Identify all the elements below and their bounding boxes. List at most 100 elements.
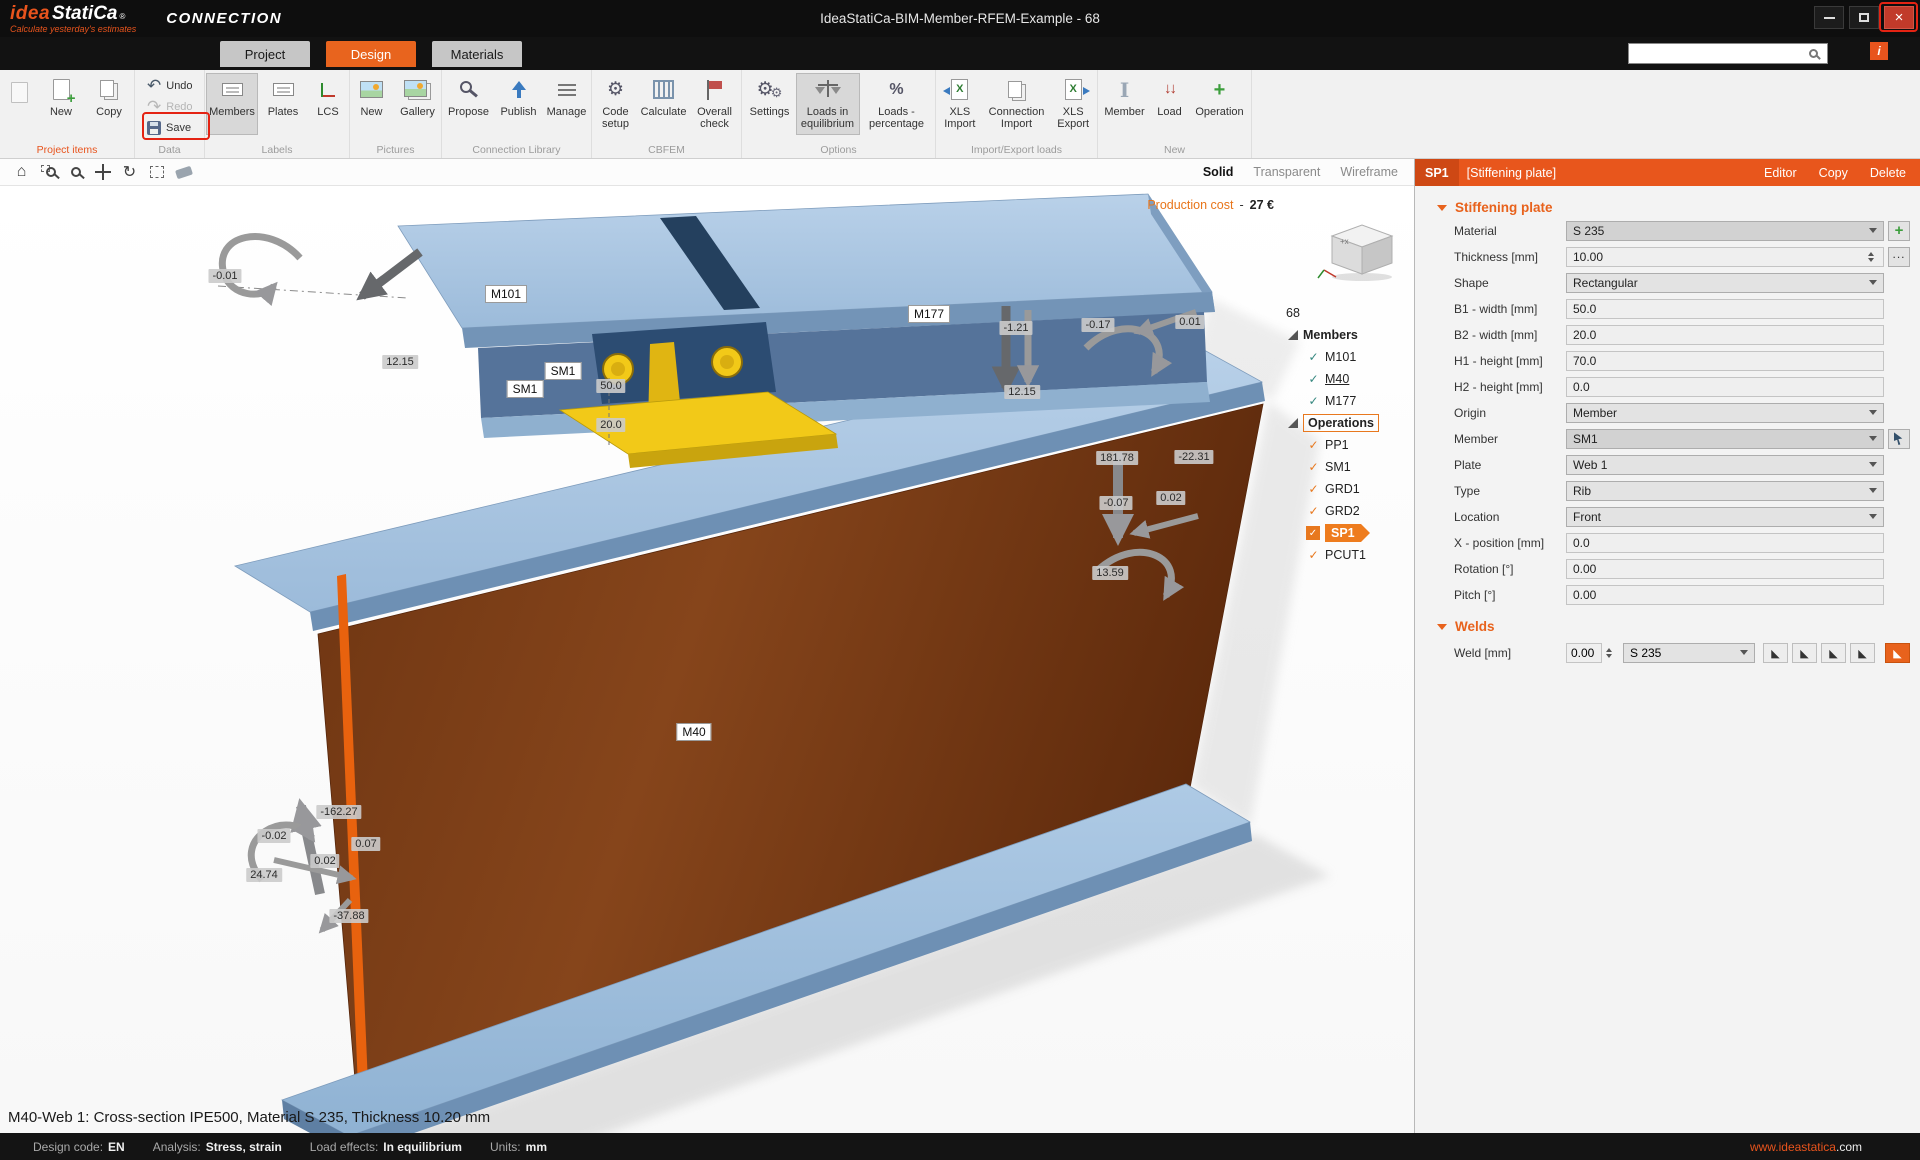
tree-item-grd2[interactable]: ✓GRD2 — [1280, 500, 1414, 522]
tab-design[interactable]: Design — [326, 41, 416, 67]
view-cube[interactable]: +x — [1316, 220, 1400, 287]
plate-dropdown[interactable]: Web 1 — [1566, 455, 1884, 475]
zoom-button[interactable] — [62, 160, 89, 184]
new-item-button[interactable]: New — [38, 73, 84, 135]
weld-type-button-selected[interactable]: ◣ — [1885, 643, 1910, 663]
close-button[interactable]: × — [1884, 6, 1914, 29]
view-mode-solid[interactable]: Solid — [1203, 165, 1234, 179]
member-label-m101[interactable]: M101 — [485, 285, 527, 303]
minimize-button[interactable] — [1814, 6, 1844, 29]
search-icon[interactable] — [1809, 49, 1818, 58]
tree-item-m101[interactable]: ✓M101 — [1280, 346, 1414, 368]
copy-operation-button[interactable]: Copy — [1819, 166, 1848, 180]
spinner[interactable] — [1864, 248, 1877, 266]
status-units[interactable]: Units:mm — [490, 1140, 547, 1154]
rotate-view-button[interactable]: ↻ — [116, 160, 143, 184]
tree-item-sm1[interactable]: ✓SM1 — [1280, 456, 1414, 478]
type-dropdown[interactable]: Rib — [1566, 481, 1884, 501]
overall-check-button[interactable]: Overall check — [689, 73, 741, 135]
weld-spinner[interactable] — [1602, 644, 1615, 662]
calculate-button[interactable]: Calculate — [641, 73, 687, 135]
copy-item-button[interactable]: Copy — [86, 73, 132, 135]
gallery-button[interactable]: Gallery — [395, 73, 441, 135]
view-mode-wireframe[interactable]: Wireframe — [1340, 165, 1398, 179]
section-welds[interactable]: Welds — [1437, 619, 1920, 634]
rotation-input[interactable]: 0.00 — [1566, 559, 1884, 579]
tree-item-grd1[interactable]: ✓GRD1 — [1280, 478, 1414, 500]
zoom-extents-button[interactable] — [143, 160, 170, 184]
x-position-input[interactable]: 0.0 — [1566, 533, 1884, 553]
location-dropdown[interactable]: Front — [1566, 507, 1884, 527]
weld-size-input[interactable]: 0.00 — [1566, 643, 1602, 663]
pan-button[interactable] — [89, 160, 116, 184]
3d-viewport[interactable]: -0.01 12.15 -1.21 -0.17 0.01 12.15 181.7… — [0, 186, 1414, 1133]
expander-icon[interactable] — [1288, 330, 1298, 340]
tab-materials[interactable]: Materials — [432, 41, 522, 67]
members-labels-button[interactable]: Members — [206, 73, 258, 135]
tree-item-sp1-selected[interactable]: ✓SP1 — [1280, 522, 1414, 544]
new-operation-button[interactable]: +Operation — [1192, 73, 1248, 135]
loads-percentage-button[interactable]: %Loads - percentage — [862, 73, 932, 135]
tree-node-operations[interactable]: Operations — [1280, 412, 1414, 434]
maximize-button[interactable] — [1849, 6, 1879, 29]
b2-width-input[interactable]: 20.0 — [1566, 325, 1884, 345]
checkbox-checked-icon[interactable]: ✓ — [1306, 526, 1320, 540]
status-analysis[interactable]: Analysis:Stress, strain — [153, 1140, 282, 1154]
info-button[interactable]: i — [1870, 42, 1888, 60]
settings-button[interactable]: ⚙⚙Settings — [746, 73, 794, 135]
delete-operation-button[interactable]: Delete — [1870, 166, 1906, 180]
new-load-button[interactable]: ↓↓Load — [1150, 73, 1190, 135]
clipping-button[interactable] — [170, 160, 197, 184]
status-design-code[interactable]: Design code:EN — [33, 1140, 125, 1154]
tree-node-members[interactable]: Members — [1280, 324, 1414, 346]
weld-type-button-1[interactable]: ◣ — [1763, 643, 1788, 663]
member-dropdown[interactable]: SM1 — [1566, 429, 1884, 449]
thickness-input[interactable]: 10.00 — [1566, 247, 1884, 267]
material-dropdown[interactable]: S 235 — [1566, 221, 1884, 241]
publish-button[interactable]: Publish — [496, 73, 542, 135]
origin-dropdown[interactable]: Member — [1566, 403, 1884, 423]
shape-dropdown[interactable]: Rectangular — [1566, 273, 1884, 293]
manage-button[interactable]: Manage — [544, 73, 590, 135]
website-link[interactable]: www.ideastatica.com — [1750, 1140, 1862, 1154]
editor-button[interactable]: Editor — [1764, 166, 1797, 180]
expander-icon[interactable] — [1288, 418, 1298, 428]
member-label-sm1[interactable]: SM1 — [545, 362, 582, 380]
search-input[interactable] — [1629, 47, 1809, 61]
tab-project[interactable]: Project — [220, 41, 310, 67]
home-view-button[interactable]: ⌂ — [8, 160, 35, 184]
member-label-m40[interactable]: M40 — [676, 723, 711, 741]
tree-item-pcut1[interactable]: ✓PCUT1 — [1280, 544, 1414, 566]
code-setup-button[interactable]: ⚙Code setup — [593, 73, 639, 135]
view-mode-transparent[interactable]: Transparent — [1253, 165, 1320, 179]
search-box[interactable] — [1628, 43, 1828, 64]
thickness-more-button[interactable]: ... — [1888, 247, 1910, 267]
member-label-m177[interactable]: M177 — [908, 305, 950, 323]
save-button[interactable]: Save — [147, 118, 204, 137]
plates-labels-button[interactable]: Plates — [260, 73, 306, 135]
tree-item-pp1[interactable]: ✓PP1 — [1280, 434, 1414, 456]
connection-import-button[interactable]: Connection Import — [986, 73, 1048, 135]
zoom-window-button[interactable] — [35, 160, 62, 184]
tree-item-m177[interactable]: ✓M177 — [1280, 390, 1414, 412]
undo-button[interactable]: ↶Undo — [147, 76, 204, 95]
weld-material-dropdown[interactable]: S 235 — [1623, 643, 1755, 663]
propose-button[interactable]: Propose — [444, 73, 494, 135]
member-label-sm1-2[interactable]: SM1 — [507, 380, 544, 398]
section-stiffening-plate[interactable]: Stiffening plate — [1437, 200, 1920, 215]
status-load-effects[interactable]: Load effects:In equilibrium — [310, 1140, 462, 1154]
h2-height-input[interactable]: 0.0 — [1566, 377, 1884, 397]
xls-export-button[interactable]: XXLS Export — [1049, 73, 1097, 135]
h1-height-input[interactable]: 70.0 — [1566, 351, 1884, 371]
tree-item-m40[interactable]: ✓M40 — [1280, 368, 1414, 390]
xls-import-button[interactable]: XXLS Import — [936, 73, 984, 135]
weld-type-button-2[interactable]: ◣ — [1792, 643, 1817, 663]
pitch-input[interactable]: 0.00 — [1566, 585, 1884, 605]
loads-in-equilibrium-button[interactable]: Loads in equilibrium — [796, 73, 860, 135]
weld-type-button-3[interactable]: ◣ — [1821, 643, 1846, 663]
b1-width-input[interactable]: 50.0 — [1566, 299, 1884, 319]
pick-member-button[interactable] — [1888, 429, 1910, 449]
tree-root[interactable]: 68 — [1280, 302, 1414, 324]
weld-type-button-4[interactable]: ◣ — [1850, 643, 1875, 663]
add-material-button[interactable]: + — [1888, 221, 1910, 241]
